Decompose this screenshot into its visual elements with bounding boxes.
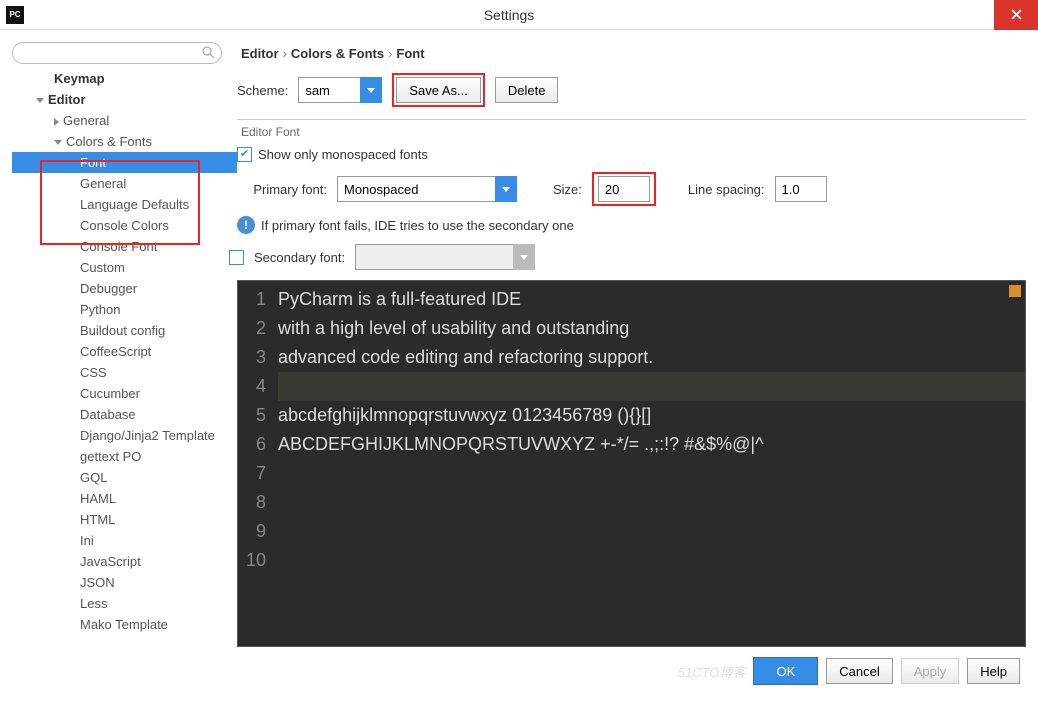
editor-font-group: Editor Font Show only monospaced fonts P…	[237, 119, 1026, 280]
tree-item[interactable]: Python	[12, 299, 237, 320]
primary-font-select[interactable]	[337, 176, 517, 202]
gutter: 12345678910	[238, 281, 272, 646]
settings-tree[interactable]: Keymap Editor General Colors & Fonts Fon…	[12, 68, 237, 647]
tree-item[interactable]: Console Font	[12, 236, 237, 257]
close-button[interactable]	[994, 0, 1038, 30]
tree-item-keymap[interactable]: Keymap	[12, 68, 237, 89]
apply-button: Apply	[901, 658, 960, 684]
watermark: 51CTO博客	[678, 662, 746, 681]
tree-item[interactable]: GQL	[12, 467, 237, 488]
show-monospaced-checkbox[interactable]	[237, 147, 252, 162]
chevron-down-icon	[520, 255, 528, 260]
tree-item[interactable]: gettext PO	[12, 446, 237, 467]
checkbox-label: Show only monospaced fonts	[258, 147, 428, 162]
size-input[interactable]	[598, 176, 650, 202]
search-input[interactable]	[12, 42, 222, 64]
expand-icon	[36, 98, 44, 103]
ok-button[interactable]: OK	[753, 657, 818, 685]
primary-font-label: Primary font:	[237, 182, 327, 197]
tree-item[interactable]: Custom	[12, 257, 237, 278]
tree-item[interactable]: Cucumber	[12, 383, 237, 404]
tree-label: Editor	[48, 92, 86, 107]
tree-item[interactable]: Django/Jinja2 Template	[12, 425, 237, 446]
tree-item[interactable]: Ini	[12, 530, 237, 551]
crumb[interactable]: Editor	[241, 46, 279, 61]
sidebar: Keymap Editor General Colors & Fonts Fon…	[12, 40, 237, 647]
primary-font-value[interactable]	[337, 176, 495, 202]
line-spacing-label: Line spacing:	[688, 182, 765, 197]
preview-editor[interactable]: 12345678910 PyCharm is a full-featured I…	[237, 280, 1026, 647]
tree-label: General	[63, 113, 109, 128]
window-title: Settings	[24, 7, 994, 23]
help-button[interactable]: Help	[967, 658, 1020, 684]
close-icon	[1011, 9, 1022, 20]
chevron-down-icon	[502, 187, 510, 192]
code-area[interactable]: PyCharm is a full-featured IDE with a hi…	[272, 281, 1025, 646]
tree-item[interactable]: Database	[12, 404, 237, 425]
expand-icon	[54, 118, 59, 126]
line-spacing-input[interactable]	[775, 176, 827, 202]
scheme-value[interactable]	[298, 77, 360, 103]
tree-item[interactable]: HTML	[12, 509, 237, 530]
app-icon: PC	[6, 6, 24, 24]
highlight-box	[592, 172, 656, 206]
status-marker	[1009, 285, 1021, 297]
tree-item[interactable]: Font	[12, 152, 237, 173]
tree-item-editor[interactable]: Editor	[12, 89, 237, 110]
group-legend: Editor Font	[237, 125, 304, 139]
crumb: Font	[396, 46, 424, 61]
tree-label: Colors & Fonts	[66, 134, 152, 149]
tree-item[interactable]: General	[12, 173, 237, 194]
scheme-label: Scheme:	[237, 83, 288, 98]
tree-item[interactable]: JavaScript	[12, 551, 237, 572]
tree-item[interactable]: JSON	[12, 572, 237, 593]
tree-item[interactable]: Mako Template	[12, 614, 237, 635]
crumb[interactable]: Colors & Fonts	[291, 46, 384, 61]
size-label: Size:	[553, 182, 582, 197]
chevron-down-icon	[367, 88, 375, 93]
expand-icon	[54, 140, 62, 145]
secondary-font-select[interactable]	[355, 244, 535, 270]
dropdown-button[interactable]	[360, 77, 382, 103]
dropdown-button	[513, 244, 535, 270]
tree-item[interactable]: Language Defaults	[12, 194, 237, 215]
breadcrumb: Editor›Colors & Fonts›Font	[237, 40, 1026, 73]
tree-item-colors-fonts[interactable]: Colors & Fonts	[12, 131, 237, 152]
main-panel: Editor›Colors & Fonts›Font Scheme: Save …	[237, 40, 1026, 647]
tree-item[interactable]: Debugger	[12, 278, 237, 299]
highlight-box: Save As...	[392, 73, 485, 107]
delete-button[interactable]: Delete	[495, 77, 559, 103]
tree-item[interactable]: Buildout config	[12, 320, 237, 341]
tree-item[interactable]: HAML	[12, 488, 237, 509]
dropdown-button[interactable]	[495, 176, 517, 202]
cancel-button[interactable]: Cancel	[826, 658, 892, 684]
footer: 51CTO博客 OK Cancel Apply Help	[12, 647, 1026, 689]
secondary-font-value	[355, 244, 513, 270]
title-bar: PC Settings	[0, 0, 1038, 30]
tree-item[interactable]: CoffeeScript	[12, 341, 237, 362]
tree-item-general[interactable]: General	[12, 110, 237, 131]
info-text: If primary font fails, IDE tries to use …	[261, 218, 574, 233]
save-as-button[interactable]: Save As...	[396, 77, 481, 103]
secondary-font-label: Secondary font:	[254, 250, 345, 265]
scheme-select[interactable]	[298, 77, 382, 103]
tree-item[interactable]: Less	[12, 593, 237, 614]
search-icon	[202, 46, 215, 62]
tree-item[interactable]: Console Colors	[12, 215, 237, 236]
info-icon: !	[237, 216, 255, 234]
tree-item[interactable]: CSS	[12, 362, 237, 383]
